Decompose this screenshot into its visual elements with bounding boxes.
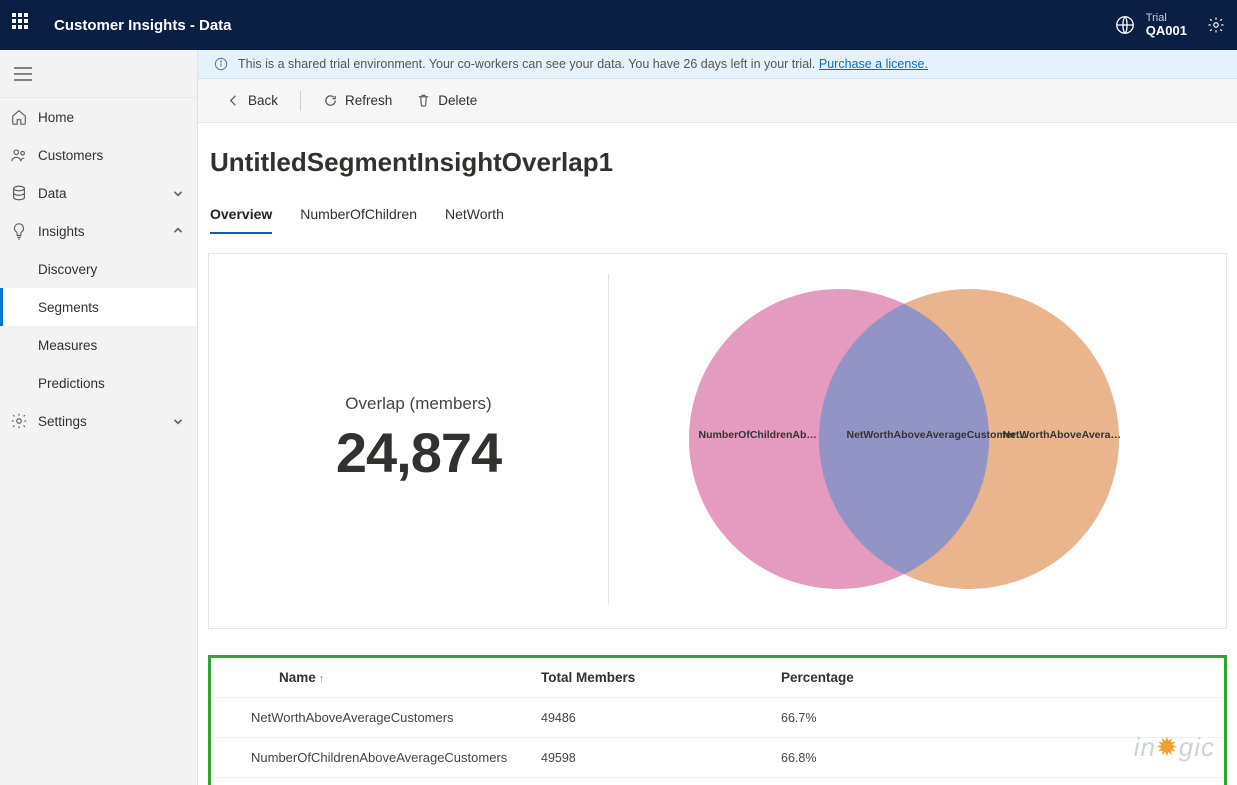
results-table-wrapper: Name↑ Total Members Percentage NetWorthA… (208, 655, 1227, 785)
refresh-label: Refresh (345, 93, 392, 108)
tab-numberofchildren[interactable]: NumberOfChildren (300, 200, 417, 234)
overlap-label: Overlap (members) (345, 394, 491, 414)
table-row[interactable]: NumberOfChildrenAboveAverageCustomers 24… (211, 778, 1224, 785)
chevron-down-icon (171, 186, 185, 200)
sidebar: Home Customers Data Insights Discovery S… (0, 50, 198, 785)
sidebar-toggle[interactable] (0, 50, 197, 98)
venn-label-intersection: NetWorthAboveAverageCustomer… (847, 429, 1027, 441)
app-title: Customer Insights - Data (54, 17, 232, 34)
back-button[interactable]: Back (216, 87, 288, 114)
cell-name: NumberOfChildrenAboveAverageCustomers (211, 778, 531, 785)
chevron-down-icon (171, 414, 185, 428)
gear-icon (10, 412, 28, 430)
page-title: UntitledSegmentInsightOverlap1 (210, 147, 1227, 178)
settings-top-icon[interactable] (1207, 16, 1225, 34)
trial-notice: This is a shared trial environment. Your… (198, 50, 1237, 79)
data-icon (10, 184, 28, 202)
top-app-bar: Customer Insights - Data Trial QA001 (0, 0, 1237, 50)
sidebar-item-data[interactable]: Data (0, 174, 197, 212)
sidebar-item-label: Predictions (38, 376, 185, 391)
cell-total: 49598 (531, 738, 771, 778)
trial-notice-text: This is a shared trial environment. Your… (238, 57, 819, 71)
environment-picker[interactable]: Trial QA001 (1114, 12, 1187, 38)
col-percentage[interactable]: Percentage (771, 658, 1224, 698)
insights-icon (10, 222, 28, 240)
sidebar-item-label: Discovery (38, 262, 185, 277)
back-label: Back (248, 93, 278, 108)
app-launcher-icon[interactable] (12, 13, 36, 37)
sidebar-item-label: Settings (38, 414, 171, 429)
sidebar-item-home[interactable]: Home (0, 98, 197, 136)
col-name[interactable]: Name↑ (211, 658, 531, 698)
sidebar-item-label: Measures (38, 338, 185, 353)
sidebar-item-label: Data (38, 186, 171, 201)
sidebar-item-insights[interactable]: Insights (0, 212, 197, 250)
sidebar-item-measures[interactable]: Measures (0, 326, 197, 364)
cell-pct: 66.8% (771, 738, 1224, 778)
sidebar-item-settings[interactable]: Settings (0, 402, 197, 440)
venn-label-a: NumberOfChildrenAb… (699, 429, 817, 441)
tab-networth[interactable]: NetWorth (445, 200, 504, 234)
arrow-left-icon (226, 93, 241, 108)
overlap-card: Overlap (members) 24,874 (208, 253, 1227, 629)
purchase-license-link[interactable]: Purchase a license. (819, 57, 928, 71)
sidebar-item-discovery[interactable]: Discovery (0, 250, 197, 288)
main-content: This is a shared trial environment. Your… (198, 50, 1237, 785)
refresh-icon (323, 93, 338, 108)
info-icon (214, 57, 228, 71)
venn-diagram: NumberOfChildrenAb… NetWorthAboveAverage… (689, 274, 1119, 604)
refresh-button[interactable]: Refresh (313, 87, 402, 114)
tab-bar: Overview NumberOfChildren NetWorth (208, 200, 1227, 235)
tab-overview[interactable]: Overview (210, 200, 272, 234)
sort-asc-icon: ↑ (319, 673, 325, 685)
results-table: Name↑ Total Members Percentage NetWorthA… (211, 658, 1224, 785)
environment-icon (1114, 14, 1136, 36)
sidebar-item-predictions[interactable]: Predictions (0, 364, 197, 402)
cell-name: NumberOfChildrenAboveAverageCustomers (211, 738, 531, 778)
cell-total: 49486 (531, 698, 771, 738)
delete-label: Delete (438, 93, 477, 108)
divider (300, 91, 301, 111)
cell-pct: 66.7% (771, 698, 1224, 738)
environment-name: QA001 (1146, 24, 1187, 38)
cell-total: 24874 (531, 778, 771, 785)
venn-label-b: NetWorthAboveAvera… (1003, 429, 1121, 441)
col-total-members[interactable]: Total Members (531, 658, 771, 698)
sidebar-item-label: Customers (38, 148, 185, 163)
trash-icon (416, 93, 431, 108)
sidebar-item-label: Segments (38, 300, 185, 315)
sidebar-item-label: Insights (38, 224, 171, 239)
chevron-up-icon (171, 224, 185, 238)
cell-pct: 33.5% (771, 778, 1224, 785)
table-row[interactable]: NetWorthAboveAverageCustomers 49486 66.7… (211, 698, 1224, 738)
overlap-value: 24,874 (336, 420, 501, 485)
command-bar: Back Refresh Delete (198, 79, 1237, 123)
sidebar-item-label: Home (38, 110, 185, 125)
customers-icon (10, 146, 28, 164)
home-icon (10, 108, 28, 126)
sidebar-item-segments[interactable]: Segments (0, 288, 197, 326)
cell-name: NetWorthAboveAverageCustomers (211, 698, 531, 738)
table-row[interactable]: NumberOfChildrenAboveAverageCustomers 49… (211, 738, 1224, 778)
delete-button[interactable]: Delete (406, 87, 487, 114)
sidebar-item-customers[interactable]: Customers (0, 136, 197, 174)
